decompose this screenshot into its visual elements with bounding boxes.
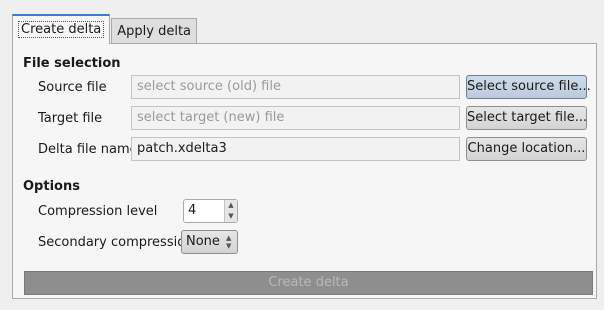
tab-create-delta[interactable]: Create delta — [12, 14, 111, 44]
compression-level-spinbox[interactable]: 4 ▲ ▼ — [183, 199, 238, 223]
target-file-label: Target file — [38, 111, 103, 126]
select-target-file-button[interactable]: Select target file... — [466, 106, 587, 130]
source-file-label: Source file — [38, 80, 107, 95]
options-heading: Options — [23, 179, 80, 194]
create-delta-button[interactable]: Create delta — [24, 271, 593, 295]
arrow-down-icon[interactable]: ▼ — [225, 211, 237, 222]
tab-apply-delta[interactable]: Apply delta — [111, 18, 198, 44]
tab-bar: Create delta Apply delta — [12, 14, 198, 44]
tab-label: Create delta — [18, 21, 105, 38]
file-selection-heading: File selection — [23, 56, 121, 71]
combo-updown-icon: ▲ ▼ — [226, 234, 232, 250]
secondary-compression-value: None — [186, 234, 220, 249]
secondary-compression-select[interactable]: None ▲ ▼ — [181, 230, 238, 254]
delta-file-name-label: Delta file name — [38, 142, 138, 157]
delta-file-name-input[interactable]: patch.xdelta3 — [131, 137, 460, 161]
source-file-input[interactable]: select source (old) file — [131, 75, 460, 99]
select-source-file-button[interactable]: Select source file... — [466, 75, 591, 99]
arrow-up-icon[interactable]: ▲ — [225, 200, 237, 211]
compression-level-label: Compression level — [38, 204, 158, 219]
create-delta-panel: File selection Source file select source… — [12, 43, 597, 299]
compression-level-value: 4 — [188, 203, 197, 218]
spin-arrows[interactable]: ▲ ▼ — [224, 200, 237, 222]
change-location-button[interactable]: Change location... — [466, 137, 587, 161]
secondary-compression-label: Secondary compression — [38, 235, 194, 250]
target-file-input[interactable]: select target (new) file — [131, 106, 460, 130]
